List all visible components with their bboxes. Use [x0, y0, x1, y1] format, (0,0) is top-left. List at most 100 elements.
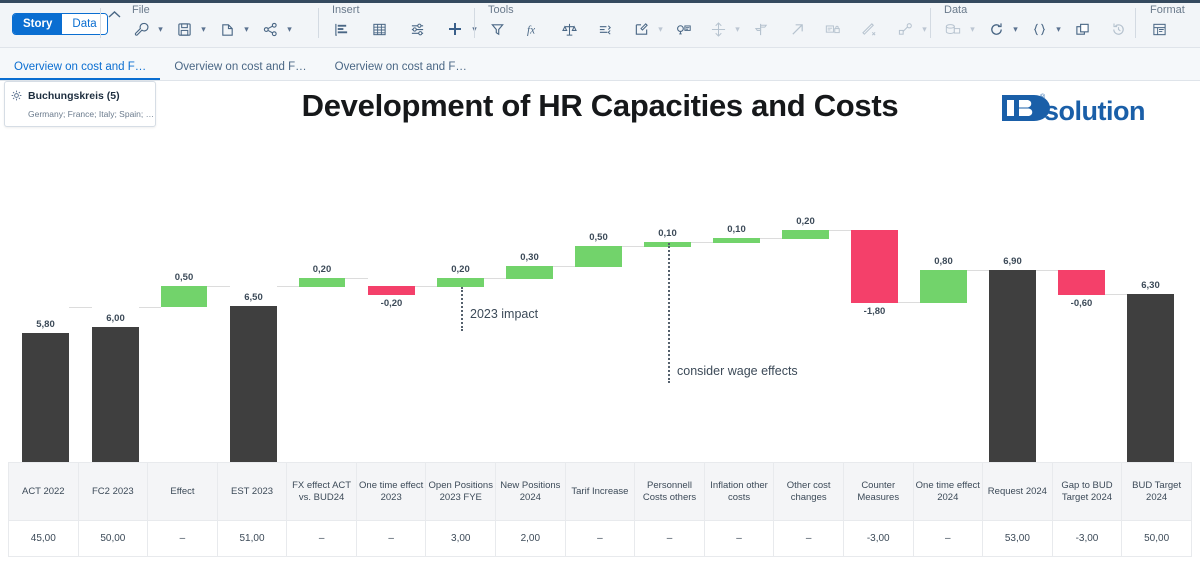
table-header-new-positions-2024[interactable]: New Positions 2024 — [495, 462, 566, 521]
bar-gap-to-bud-target[interactable] — [1058, 270, 1105, 295]
tab-overview-2[interactable]: Overview on cost and F… — [160, 61, 320, 80]
table-cell-gap-to-bud-target[interactable]: -3,00 — [1051, 520, 1123, 557]
table-header-one-time-effect-2023[interactable]: One time effect 2023 — [355, 462, 427, 521]
history-icon[interactable] — [1107, 18, 1129, 40]
bar-tarif-increase[interactable] — [575, 246, 622, 267]
table-header-act-2022[interactable]: ACT 2022 — [8, 462, 79, 521]
table-header-counter-measures[interactable]: Counter Measures — [842, 462, 914, 521]
signpost-icon[interactable] — [750, 18, 772, 40]
card-lock-icon[interactable] — [822, 18, 844, 40]
funnel-icon[interactable] — [486, 18, 508, 40]
sort-icon[interactable] — [594, 18, 616, 40]
bar-label-inflation-other: 0,10 — [727, 224, 746, 235]
database-icon[interactable] — [942, 18, 964, 40]
table-header-tarif-increase[interactable]: Tarif Increase — [564, 462, 636, 521]
arrow-up-right-icon[interactable] — [786, 18, 808, 40]
bar-open-positions-2023[interactable] — [437, 278, 484, 287]
format-panel-icon[interactable] — [1148, 18, 1170, 40]
story-data-switch[interactable]: Story Data — [12, 13, 108, 35]
file-wrench-chevron-down-icon[interactable]: ▾ — [155, 24, 166, 35]
table-header-other-cost-changes[interactable]: Other cost changes — [773, 462, 844, 521]
table-cell-open-positions-2023[interactable]: 3,00 — [425, 520, 497, 557]
edit-chevron-down-icon[interactable]: ▾ — [655, 24, 666, 35]
table-cell-one-time-effect-2024[interactable]: – — [912, 520, 984, 557]
filter-settings-icon — [11, 88, 22, 106]
table-header-gap-to-bud-target[interactable]: Gap to BUD Target 2024 — [1051, 462, 1123, 521]
copy-chevron-down-icon[interactable]: ▾ — [241, 24, 252, 35]
bar-one-time-effect-2023[interactable] — [368, 286, 415, 295]
save-icon[interactable] — [173, 18, 195, 40]
table-header-inflation-other[interactable]: Inflation other costs — [703, 462, 775, 521]
table-cell-other-cost-changes[interactable]: – — [773, 520, 844, 557]
table-row[interactable]: 45,00 50,00 – 51,00 – – 3,00 2,00 – – – … — [8, 520, 1192, 557]
collapse-toolbar-icon[interactable] — [108, 8, 121, 22]
table-cell-act-2022[interactable]: 45,00 — [8, 520, 79, 557]
bar-inflation-other-costs[interactable] — [713, 238, 760, 243]
braces-chevron-down-icon[interactable]: ▾ — [1053, 24, 1064, 35]
layers-icon[interactable] — [1071, 18, 1093, 40]
bar-effect[interactable] — [161, 286, 207, 307]
toolbar-divider-3 — [474, 8, 475, 38]
table-cell-request-2024[interactable]: 53,00 — [982, 520, 1053, 557]
table-cell-inflation-other[interactable]: – — [703, 520, 775, 557]
table-header-fc2-2023[interactable]: FC2 2023 — [77, 462, 149, 521]
bar-label-counter-measures: -1,80 — [863, 306, 886, 317]
table-cell-personnell-costs[interactable]: – — [634, 520, 705, 557]
bar-fx-effect[interactable] — [299, 278, 345, 287]
chart-icon[interactable] — [330, 18, 352, 40]
balance-icon[interactable] — [558, 18, 580, 40]
data-source-chevron-down-icon[interactable]: ▾ — [967, 24, 978, 35]
table-header-personnell-costs[interactable]: Personnell Costs others — [634, 462, 705, 521]
table-header-one-time-effect-2024[interactable]: One time effect 2024 — [912, 462, 984, 521]
table-header-bud-target-2024[interactable]: BUD Target 2024 — [1121, 462, 1192, 521]
table-header-request-2024[interactable]: Request 2024 — [982, 462, 1053, 521]
node-link-icon[interactable] — [894, 18, 916, 40]
plus-icon[interactable] — [444, 18, 466, 40]
node-chevron-down-icon[interactable]: ▾ — [919, 24, 930, 35]
share-chevron-down-icon[interactable]: ▾ — [284, 24, 295, 35]
bar-counter-measures[interactable] — [851, 230, 898, 303]
table-cell-new-positions-2024[interactable]: 2,00 — [495, 520, 566, 557]
braces-icon[interactable] — [1028, 18, 1050, 40]
toolbar-group-format-label: Format — [1150, 4, 1185, 16]
table-header-fx-effect[interactable]: FX effect ACT vs. BUD24 — [286, 462, 357, 521]
save-chevron-down-icon[interactable]: ▾ — [198, 24, 209, 35]
connector-3 — [207, 286, 230, 287]
table-cell-one-time-effect-2023[interactable]: – — [355, 520, 427, 557]
tab-overview-1[interactable]: Overview on cost and F… — [0, 61, 161, 80]
filter-controls-icon[interactable] — [406, 18, 428, 40]
bar-label-act-2022: 5,80 — [36, 319, 55, 330]
table-icon[interactable] — [368, 18, 390, 40]
refresh-icon[interactable] — [985, 18, 1007, 40]
table-cell-est-2023[interactable]: 51,00 — [216, 520, 288, 557]
refresh-chevron-down-icon[interactable]: ▾ — [1010, 24, 1021, 35]
bar-new-positions-2024[interactable] — [506, 266, 553, 279]
pen-strike-icon[interactable] — [858, 18, 880, 40]
table-cell-fx-effect[interactable]: – — [286, 520, 357, 557]
drill-icon[interactable] — [707, 18, 729, 40]
tab-overview-3[interactable]: Overview on cost and F… — [321, 61, 481, 80]
bar-other-cost-changes[interactable] — [782, 230, 829, 239]
wrench-icon[interactable] — [130, 18, 152, 40]
connector-7 — [484, 278, 506, 279]
table-header-open-positions-2023[interactable]: Open Positions 2023 FYE — [425, 462, 497, 521]
table-cell-counter-measures[interactable]: -3,00 — [842, 520, 914, 557]
share-icon[interactable] — [259, 18, 281, 40]
bar-one-time-effect-2024[interactable] — [920, 270, 967, 303]
table-header-est-2023[interactable]: EST 2023 — [216, 462, 288, 521]
edit-icon[interactable] — [630, 18, 652, 40]
svg-text:fx: fx — [526, 24, 534, 36]
copy-icon[interactable] — [216, 18, 238, 40]
smart-insight-icon[interactable] — [673, 18, 695, 40]
story-canvas: Buchungskreis (5) Germany; France; Italy… — [0, 81, 1200, 563]
table-cell-bud-target-2024[interactable]: 50,00 — [1121, 520, 1192, 557]
filter-chip-buchungskreis[interactable]: Buchungskreis (5) Germany; France; Italy… — [4, 81, 156, 127]
table-cell-tarif-increase[interactable]: – — [564, 520, 636, 557]
story-mode-button[interactable]: Story — [13, 14, 63, 34]
formula-icon[interactable]: fx — [522, 18, 544, 40]
table-cell-effect[interactable]: – — [147, 520, 218, 557]
annotation-wage-effects: consider wage effects — [677, 364, 798, 378]
table-cell-fc2-2023[interactable]: 50,00 — [77, 520, 149, 557]
table-header-effect[interactable]: Effect — [147, 462, 218, 521]
drill-chevron-down-icon[interactable]: ▾ — [732, 24, 743, 35]
